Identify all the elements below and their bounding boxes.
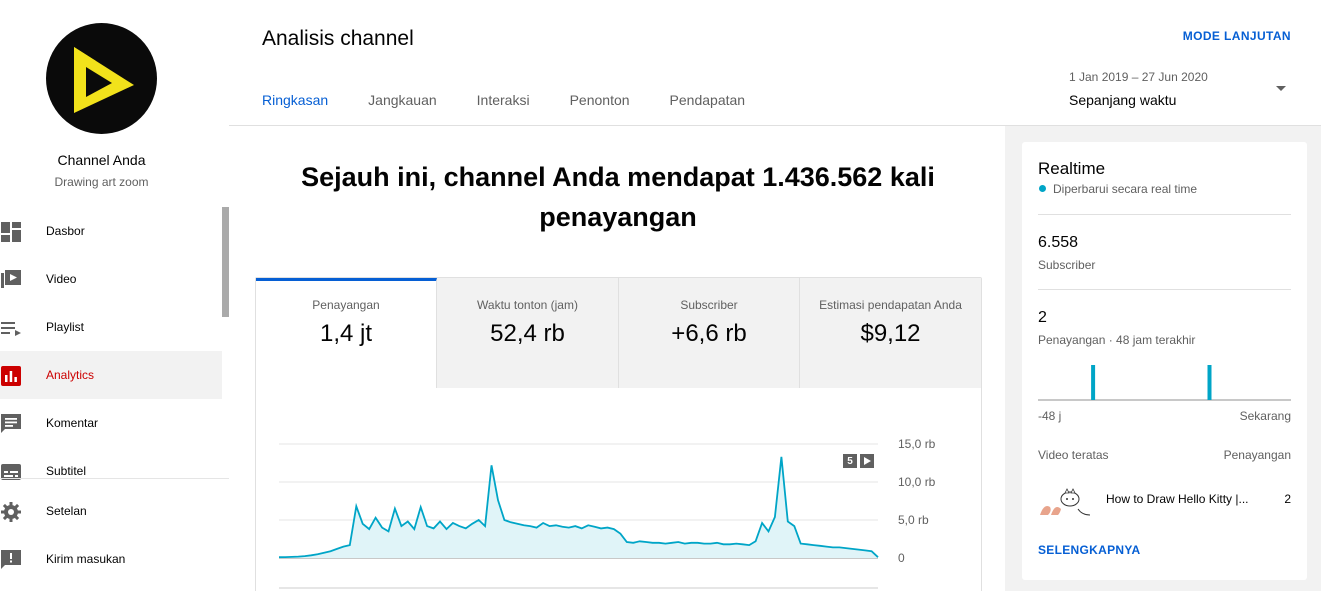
play-icon[interactable] — [860, 454, 874, 468]
analytics-tabs: Ringkasan Jangkauan Interaksi Penonton P… — [262, 92, 785, 128]
realtime-subtitle: Diperbarui secara real time — [1053, 182, 1198, 196]
channel-avatar[interactable] — [46, 23, 157, 134]
channel-subtitle: Drawing art zoom — [54, 175, 149, 189]
metric-tab-watch-time[interactable]: Waktu tonton (jam) 52,4 rb — [437, 278, 619, 388]
sidebar: Channel Anda Drawing art zoom Dasbor Vid… — [0, 0, 229, 591]
realtime-card: Realtime Diperbarui secara real time 6.5… — [1022, 142, 1307, 580]
metric-value: +6,6 rb — [671, 320, 747, 347]
sidebar-item-dashboard[interactable]: Dasbor — [0, 207, 222, 255]
metric-label: Penayangan — [312, 298, 380, 312]
y-tick-label: 0 — [898, 551, 905, 565]
divider — [1038, 289, 1291, 290]
top-videos-views-header: Penayangan — [1223, 448, 1291, 462]
channel-logo-icon — [74, 47, 134, 113]
realtime-bar[interactable] — [1091, 365, 1096, 400]
sidebar-item-video[interactable]: Video — [0, 255, 222, 303]
sidebar-item-label: Analytics — [46, 368, 95, 382]
see-more-link[interactable]: SELENGKAPNYA — [1038, 543, 1141, 557]
realtime-views-label: Penayangan · 48 jam terakhir — [1038, 333, 1196, 347]
advanced-mode-link[interactable]: MODE LANJUTAN — [1183, 29, 1291, 43]
channel-name: Channel Anda — [57, 152, 146, 168]
realtime-views-count: 2 — [1038, 309, 1047, 326]
sidebar-item-label: Playlist — [46, 320, 85, 334]
metric-value: $9,12 — [860, 320, 921, 347]
comment-icon — [0, 413, 22, 435]
playlist-icon — [0, 317, 22, 339]
sidebar-scrollbar[interactable] — [222, 207, 229, 317]
metric-tab-subscribers[interactable]: Subscriber +6,6 rb — [619, 278, 800, 388]
date-range-text: 1 Jan 2019 – 27 Jun 2020 — [1069, 70, 1208, 84]
views-headline: Sejauh ini, channel Anda mendapat 1.436.… — [301, 162, 935, 232]
subtitles-icon — [0, 461, 22, 483]
tab-audience[interactable]: Penonton — [570, 92, 630, 128]
top-videos-label: Video teratas — [1038, 448, 1109, 462]
realtime-axis-end: Sekarang — [1239, 409, 1291, 423]
chart-markers: 5 — [843, 454, 874, 468]
divider — [1038, 214, 1291, 215]
video-icon — [0, 269, 22, 291]
dashboard-icon — [0, 221, 22, 243]
views-area — [279, 456, 878, 558]
sidebar-item-label: Video — [46, 272, 77, 286]
sidebar-item-comments[interactable]: Komentar — [0, 399, 222, 447]
realtime-subscriber-count: 6.558 — [1038, 234, 1079, 251]
metric-tab-revenue[interactable]: Estimasi pendapatan Anda $9,12 — [800, 278, 981, 388]
video-thumbnail[interactable] — [1038, 485, 1094, 516]
views-chart: 15,0 rb 10,0 rb 5,0 rb 0 — [256, 388, 981, 591]
sidebar-item-label: Subtitel — [46, 464, 87, 478]
metric-value: 1,4 jt — [319, 320, 373, 347]
realtime-bar[interactable] — [1207, 365, 1212, 400]
top-video-views: 2 — [1284, 492, 1291, 506]
feedback-icon — [0, 549, 22, 571]
marker-count-badge[interactable]: 5 — [843, 454, 857, 468]
tab-overview[interactable]: Ringkasan — [262, 92, 329, 128]
live-dot-icon — [1039, 185, 1046, 192]
sidebar-item-playlist[interactable]: Playlist — [0, 303, 222, 351]
gear-icon — [0, 501, 22, 523]
tab-revenue[interactable]: Pendapatan — [670, 92, 746, 128]
sidebar-item-feedback[interactable]: Kirim masukan — [0, 535, 222, 583]
y-tick-label: 15,0 rb — [898, 437, 936, 451]
top-video-title[interactable]: How to Draw Hello Kitty |... — [1106, 492, 1266, 506]
tab-reach[interactable]: Jangkauan — [368, 92, 437, 128]
sidebar-divider — [0, 478, 229, 479]
caret-down-icon[interactable] — [1276, 86, 1286, 91]
tab-engagement[interactable]: Interaksi — [477, 92, 530, 128]
y-tick-label: 5,0 rb — [898, 513, 929, 527]
views-chart-svg: 15,0 rb 10,0 rb 5,0 rb 0 — [278, 437, 936, 589]
realtime-axis-start: -48 j — [1038, 409, 1062, 423]
metric-label: Subscriber — [680, 298, 738, 312]
sidebar-item-label: Setelan — [46, 504, 87, 518]
page-title: Analisis channel — [262, 27, 414, 50]
sidebar-item-settings[interactable]: Setelan — [0, 487, 222, 535]
analytics-icon — [0, 365, 22, 387]
metric-value: 52,4 rb — [490, 320, 565, 347]
sidebar-item-analytics[interactable]: Analytics — [0, 351, 222, 399]
sidebar-item-label: Kirim masukan — [46, 552, 126, 566]
y-tick-label: 10,0 rb — [898, 475, 936, 489]
metric-label: Estimasi pendapatan Anda — [819, 298, 962, 312]
overview-card: Penayangan 1,4 jt Waktu tonton (jam) 52,… — [255, 277, 982, 591]
realtime-title: Realtime — [1038, 159, 1106, 178]
realtime-bar-chart — [1038, 365, 1291, 401]
realtime-subscriber-label: Subscriber — [1038, 258, 1096, 272]
date-range-select[interactable]: Sepanjang waktu — [1069, 92, 1176, 108]
sidebar-item-label: Dasbor — [46, 224, 85, 238]
metric-label: Waktu tonton (jam) — [477, 298, 578, 312]
sidebar-item-label: Komentar — [46, 416, 99, 430]
metric-tab-views[interactable]: Penayangan 1,4 jt — [256, 278, 437, 388]
